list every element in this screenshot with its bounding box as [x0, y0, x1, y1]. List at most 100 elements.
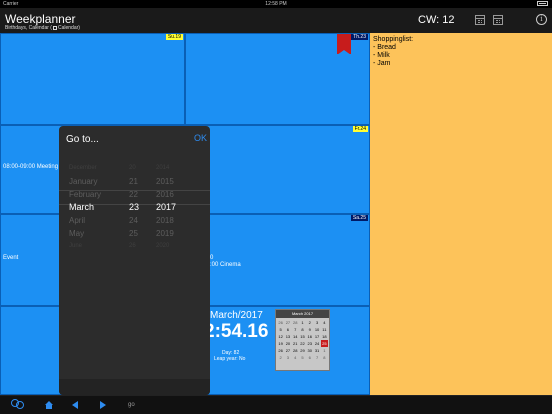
- day-label-sunday: Su.19: [165, 34, 183, 40]
- mini-calendar-day[interactable]: 28: [292, 319, 299, 326]
- year-option[interactable]: 2015: [156, 175, 176, 188]
- mini-calendar-day[interactable]: 3: [284, 354, 291, 361]
- notes-item: - Bread: [373, 44, 396, 51]
- month-option[interactable]: March: [69, 201, 101, 214]
- mini-calendar-day[interactable]: 30: [306, 347, 313, 354]
- mini-calendar-day[interactable]: 12: [277, 333, 284, 340]
- bookmark-icon: [337, 34, 351, 55]
- event-cinema[interactable]: :00 Cinema: [210, 262, 241, 268]
- mini-calendar-day[interactable]: 11: [321, 326, 328, 333]
- go-button[interactable]: go: [128, 402, 135, 408]
- ok-button[interactable]: OK: [194, 133, 207, 143]
- mini-calendar-day[interactable]: 5: [299, 354, 306, 361]
- day-label-thursday: Th.23: [351, 34, 368, 40]
- goto-popup: Go to... OK December January February March…: [59, 126, 210, 395]
- mini-calendar-day[interactable]: 21: [292, 340, 299, 347]
- mini-calendar-day[interactable]: 2: [306, 319, 313, 326]
- event-meeting[interactable]: 08:00-09:00 Meeting: [3, 164, 58, 170]
- year-option[interactable]: 2018: [156, 214, 176, 227]
- day-option[interactable]: 22: [129, 188, 139, 201]
- mini-calendar-day[interactable]: 8: [299, 326, 306, 333]
- mini-calendar-day[interactable]: 1: [299, 319, 306, 326]
- battery-icon: [537, 1, 548, 7]
- mini-calendar-day[interactable]: 25: [320, 340, 328, 347]
- day-option[interactable]: 23: [129, 201, 139, 214]
- mini-calendar-day[interactable]: 4: [321, 319, 328, 326]
- day-option[interactable]: 24: [129, 214, 139, 227]
- day-cell-saturday[interactable]: Sa.25 0 :00 Cinema: [185, 214, 370, 306]
- mini-calendar-day[interactable]: 20: [284, 340, 291, 347]
- day-option[interactable]: 21: [129, 175, 139, 188]
- notes-item: - Milk: [373, 52, 390, 59]
- day-option[interactable]: 26: [129, 240, 139, 253]
- mini-calendar-day[interactable]: 27: [284, 347, 291, 354]
- next-week-icon[interactable]: [100, 401, 106, 409]
- mini-calendar-day[interactable]: 27: [284, 319, 291, 326]
- month-option[interactable]: April: [69, 214, 101, 227]
- mini-calendar-day[interactable]: 15: [299, 333, 306, 340]
- goto-title: Go to...: [66, 134, 99, 145]
- mini-calendar-day[interactable]: 13: [284, 333, 291, 340]
- mini-calendar-day[interactable]: 14: [292, 333, 299, 340]
- year-wheel[interactable]: 2014 2015 2016 2017 2018 2019 2020: [156, 162, 176, 253]
- month-view-icon[interactable]: [475, 15, 485, 25]
- mini-calendar-day[interactable]: 16: [306, 333, 313, 340]
- mini-calendar-day[interactable]: 19: [277, 340, 284, 347]
- clock-label: 12:58 PM: [265, 1, 287, 7]
- mini-calendar-day[interactable]: 10: [313, 326, 320, 333]
- mini-calendar-day[interactable]: 7: [313, 354, 320, 361]
- mini-calendar-day[interactable]: 6: [284, 326, 291, 333]
- mini-calendar-day[interactable]: 29: [299, 347, 306, 354]
- mini-calendar-day[interactable]: 26: [277, 319, 284, 326]
- day-option[interactable]: 25: [129, 227, 139, 240]
- year-option[interactable]: 2019: [156, 227, 176, 240]
- mini-calendar-day[interactable]: 1: [321, 347, 328, 354]
- mini-calendar[interactable]: March 2017 26 27 28 1 2 3 4 5 6 7 8 9 10 11 12 13 14 15 16…: [275, 309, 330, 371]
- year-option[interactable]: 2020: [156, 240, 176, 253]
- mini-calendar-day[interactable]: 4: [292, 354, 299, 361]
- status-bar: Carrier 12:58 PM: [0, 0, 552, 8]
- leap-year: Leap year: No: [214, 356, 246, 362]
- month-option[interactable]: May: [69, 227, 101, 240]
- search-calendar-icon[interactable]: [11, 399, 25, 410]
- mini-calendar-day[interactable]: 5: [277, 326, 284, 333]
- day-cell-friday[interactable]: Fr.24: [185, 125, 370, 214]
- month-option[interactable]: February: [69, 188, 101, 201]
- day-option[interactable]: 20: [129, 162, 139, 175]
- mini-calendar-day[interactable]: 8: [321, 354, 328, 361]
- mini-calendar-day[interactable]: 23: [306, 340, 313, 347]
- mini-calendar-day[interactable]: 28: [292, 347, 299, 354]
- month-wheel[interactable]: December January February March April May June: [69, 162, 101, 253]
- month-option[interactable]: January: [69, 175, 101, 188]
- year-option[interactable]: 2017: [156, 201, 176, 214]
- day-cell-thursday[interactable]: Th.23: [185, 33, 370, 125]
- calendar-sources[interactable]: Birthdays, Calendar (Calendar): [5, 25, 80, 31]
- mini-calendar-day[interactable]: 9: [306, 326, 313, 333]
- mini-calendar-day[interactable]: 22: [299, 340, 306, 347]
- home-icon[interactable]: [45, 401, 53, 409]
- month-option[interactable]: December: [69, 162, 101, 175]
- previous-week-icon[interactable]: [72, 401, 78, 409]
- info-icon[interactable]: i: [536, 14, 547, 25]
- event-cinema-prefix: 0: [210, 255, 214, 261]
- event-event[interactable]: Event: [3, 255, 18, 261]
- mini-calendar-day[interactable]: 18: [321, 333, 328, 340]
- year-view-icon[interactable]: [493, 15, 503, 25]
- mini-calendar-day[interactable]: 7: [292, 326, 299, 333]
- notes-panel[interactable]: Shoppinglist: - Bread - Milk - Jam: [370, 33, 552, 395]
- year-option[interactable]: 2014: [156, 162, 176, 175]
- mini-calendar-day[interactable]: 3: [313, 319, 320, 326]
- mini-calendar-day[interactable]: 6: [306, 354, 313, 361]
- day-cell-sunday[interactable]: Su.19: [0, 33, 185, 125]
- year-option[interactable]: 2016: [156, 188, 176, 201]
- mini-calendar-title: March 2017: [276, 310, 329, 318]
- mini-calendar-day[interactable]: 24: [313, 340, 320, 347]
- mini-calendar-day[interactable]: 17: [313, 333, 320, 340]
- goto-footer: [59, 379, 210, 395]
- day-wheel[interactable]: 20 21 22 23 24 25 26: [129, 162, 139, 253]
- mini-calendar-day[interactable]: 2: [277, 354, 284, 361]
- app-title: Weekplanner: [5, 12, 76, 26]
- month-option[interactable]: June: [69, 240, 101, 253]
- mini-calendar-day[interactable]: 31: [313, 347, 320, 354]
- mini-calendar-day[interactable]: 26: [277, 347, 284, 354]
